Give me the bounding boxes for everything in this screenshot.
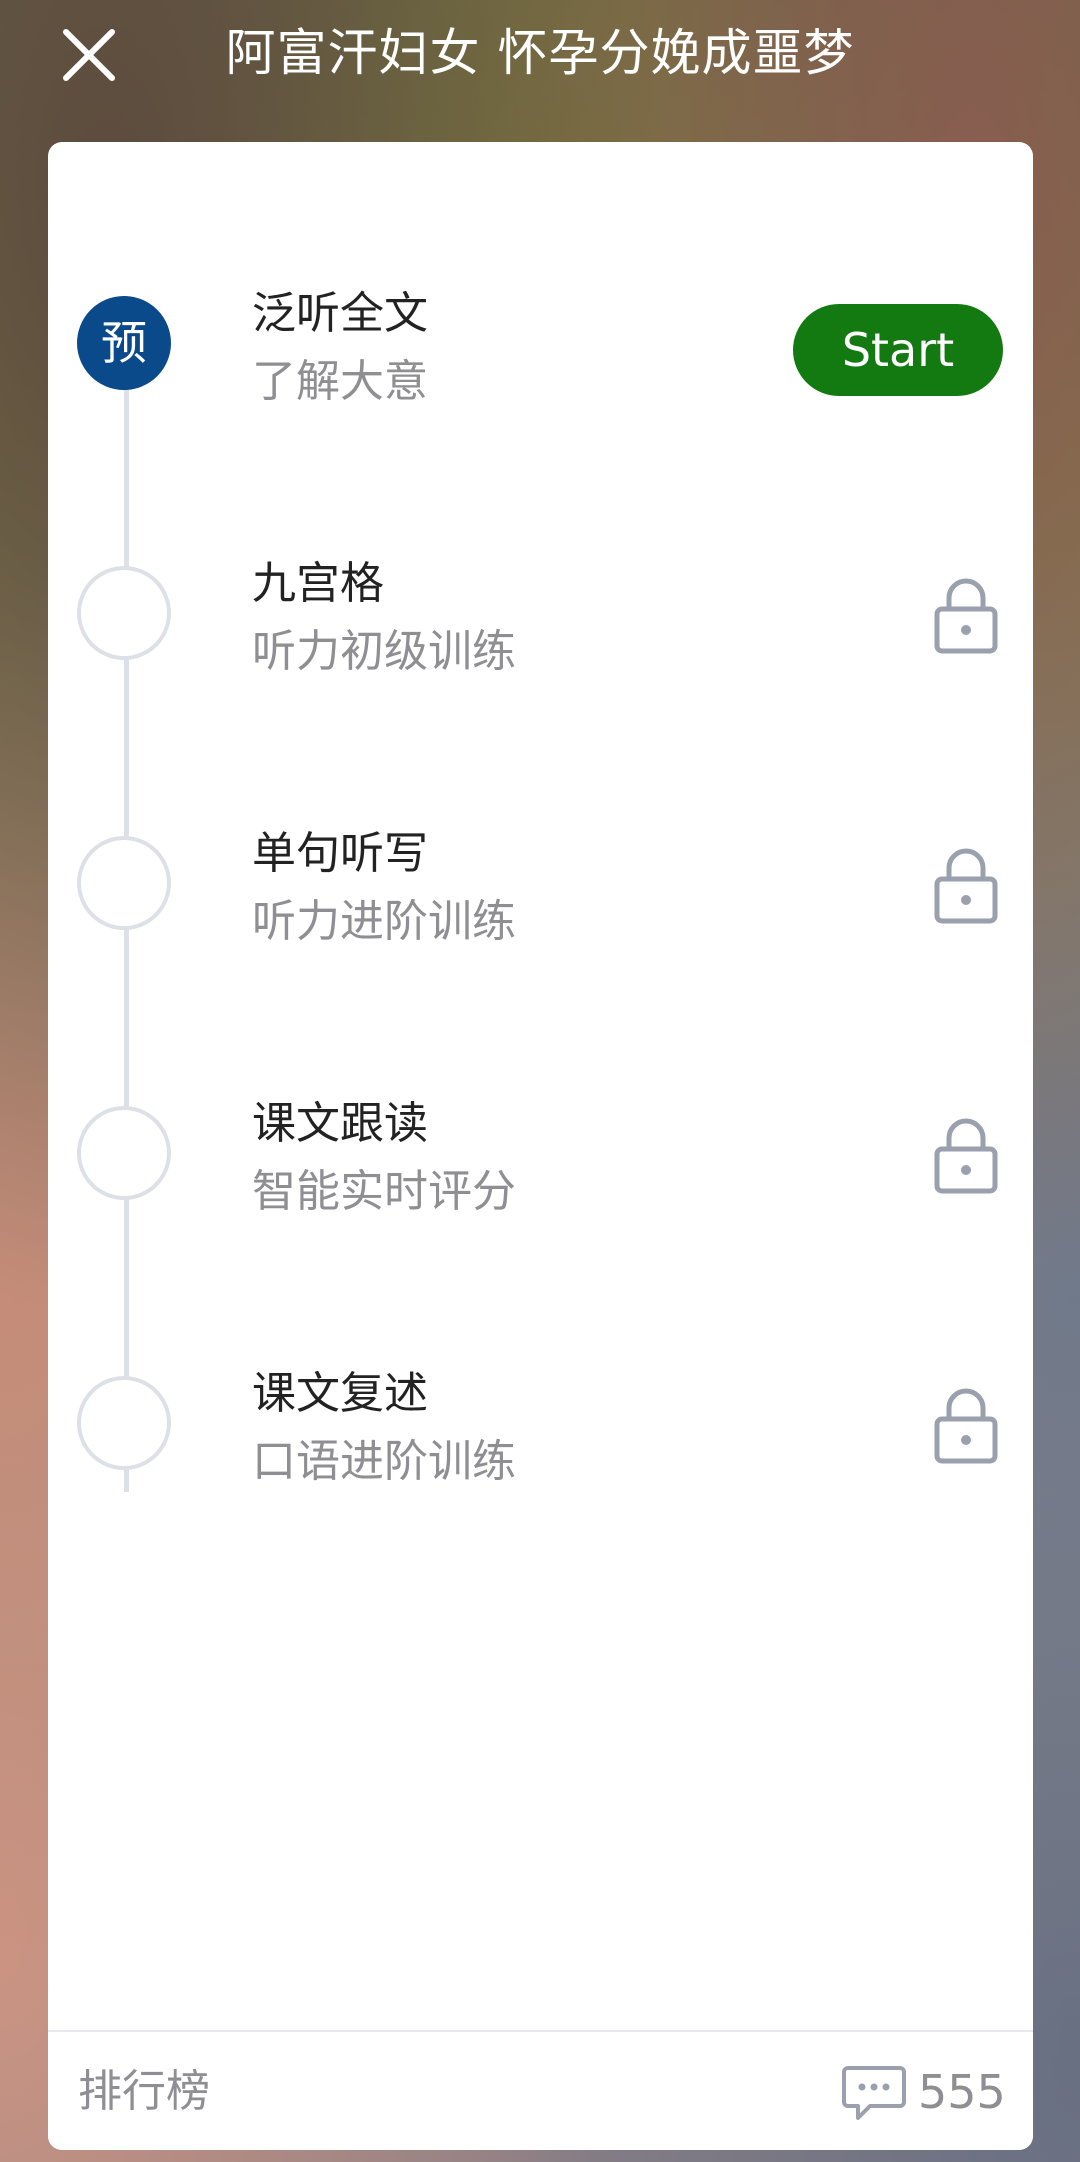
lock-icon (934, 1388, 998, 1464)
step-subtitle: 听力初级训练 (252, 626, 516, 677)
card-footer: 排行榜 555 (48, 2030, 1033, 2150)
step-text-shadowing[interactable]: 课文跟读 智能实时评分 (48, 1074, 1033, 1217)
step-text-retelling[interactable]: 课文复述 口语进阶训练 (48, 1344, 1033, 1487)
lock-icon (934, 1118, 998, 1194)
step-subtitle: 智能实时评分 (252, 1166, 516, 1217)
top-bar: 阿富汗妇女 怀孕分娩成噩梦 (0, 0, 1080, 120)
start-button[interactable]: Start (793, 304, 1003, 396)
step-badge (77, 1376, 171, 1470)
step-title: 泛听全文 (252, 288, 428, 339)
step-subtitle: 口语进阶训练 (252, 1436, 516, 1487)
step-subtitle: 了解大意 (252, 356, 428, 407)
step-nine-grid[interactable]: 九宫格 听力初级训练 (48, 534, 1033, 677)
comment-count: 555 (918, 2065, 1006, 2119)
lesson-steps-card: 预 泛听全文 了解大意 Start 九宫格 听力初级训练 单句听写 听力进阶训练… (48, 142, 1033, 2150)
step-title: 九宫格 (252, 558, 384, 609)
step-listen-full: 预 泛听全文 了解大意 Start (48, 264, 1033, 407)
step-title: 单句听写 (252, 828, 428, 879)
step-title: 课文复述 (252, 1368, 428, 1419)
leaderboard-link[interactable]: 排行榜 (78, 2062, 210, 2122)
step-badge (77, 1106, 171, 1200)
lock-icon (934, 848, 998, 924)
lock-icon (934, 578, 998, 654)
step-badge (77, 566, 171, 660)
step-title: 课文跟读 (252, 1098, 428, 1149)
step-badge-active: 预 (77, 296, 171, 390)
step-subtitle: 听力进阶训练 (252, 896, 516, 947)
comment-icon[interactable] (842, 2064, 906, 2122)
step-sentence-dictation[interactable]: 单句听写 听力进阶训练 (48, 804, 1033, 947)
page-title: 阿富汗妇女 怀孕分娩成噩梦 (225, 24, 855, 82)
step-badge (77, 836, 171, 930)
